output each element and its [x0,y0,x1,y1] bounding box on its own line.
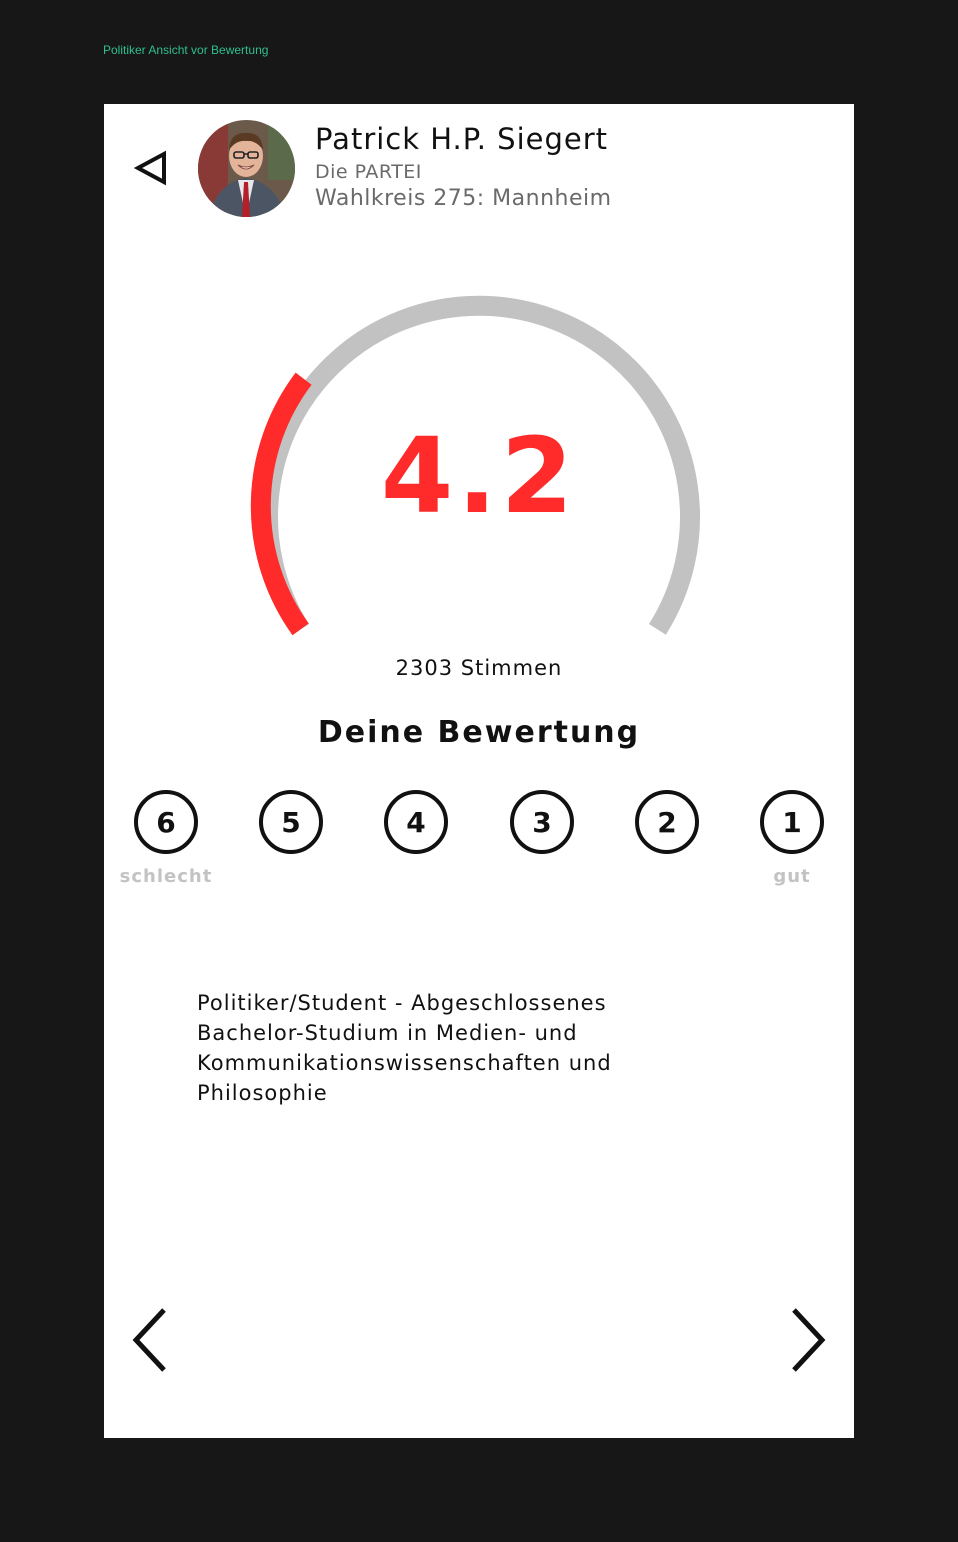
back-triangle-icon[interactable] [134,150,170,186]
rating-option-5[interactable]: 5 [259,790,323,854]
vote-count: 2303 Stimmen [395,656,563,680]
score-value: 4.2 [380,415,578,537]
chevron-right-icon[interactable] [786,1304,830,1376]
rating-option-1[interactable]: 1 [760,790,824,854]
politician-bio: Politiker/Student - Abgeschlossenes Bach… [197,991,612,1105]
scale-label-low: schlecht [119,866,213,887]
scale-label-high: gut [773,866,811,887]
rating-option-4[interactable]: 4 [384,790,448,854]
district-name: Wahlkreis 275: Mannheim [315,186,612,211]
party-name: Die PARTEI [315,161,422,183]
chevron-left-icon[interactable] [128,1304,172,1376]
frame-label: Politiker Ansicht vor Bewertung [103,43,269,57]
rating-option-2[interactable]: 2 [635,790,699,854]
politician-screen: Patrick H.P. Siegert Die PARTEI Wahlkrei… [104,104,854,1438]
rating-heading: Deine Bewertung [317,715,641,750]
avatar [198,120,295,217]
politician-name: Patrick H.P. Siegert [315,122,609,156]
rating-option-6[interactable]: 6 [134,790,198,854]
rating-option-3[interactable]: 3 [510,790,574,854]
